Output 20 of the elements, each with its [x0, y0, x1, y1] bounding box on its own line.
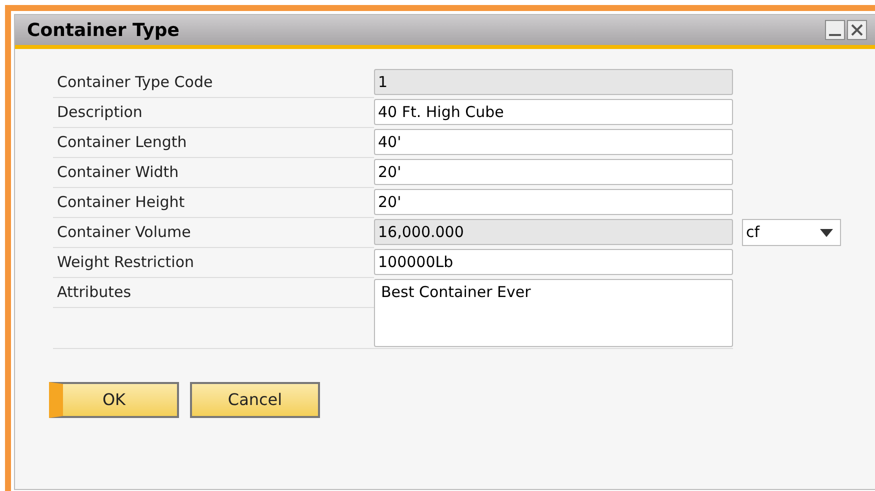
- field-label: Container Type Code: [53, 69, 374, 98]
- field-label: Attributes: [53, 279, 374, 308]
- field-label: Container Height: [53, 189, 374, 218]
- input-field[interactable]: 20': [374, 159, 733, 185]
- field-label: Weight Restriction: [53, 249, 374, 278]
- field-label: Container Length: [53, 129, 374, 158]
- minimize-button[interactable]: [825, 20, 845, 40]
- input-field[interactable]: 20': [374, 189, 733, 215]
- input-field[interactable]: 100000Lb: [374, 249, 733, 275]
- field-label: Container Width: [53, 159, 374, 188]
- input-field[interactable]: 40': [374, 129, 733, 155]
- window-title: Container Type: [27, 18, 180, 42]
- ok-button[interactable]: OK: [49, 382, 179, 418]
- dropdown-arrow-icon: [820, 228, 833, 236]
- cancel-button[interactable]: Cancel: [190, 382, 320, 418]
- field-label: Description: [53, 99, 374, 128]
- text-area[interactable]: Best Container Ever: [374, 279, 733, 347]
- close-button[interactable]: [847, 20, 867, 40]
- field-label: Container Volume: [53, 219, 374, 248]
- input-field[interactable]: 40 Ft. High Cube: [374, 99, 733, 125]
